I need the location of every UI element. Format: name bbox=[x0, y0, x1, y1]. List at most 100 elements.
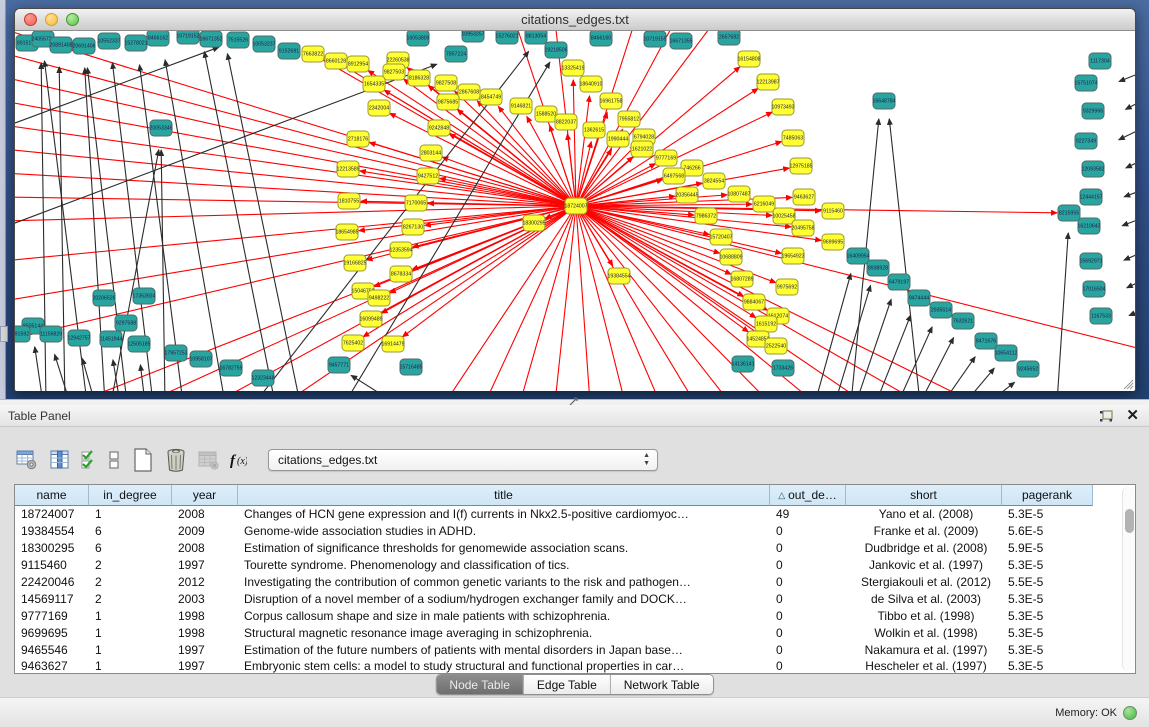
graph-node[interactable]: 15720407 bbox=[709, 229, 732, 245]
graph-node[interactable]: 8215955 bbox=[1058, 205, 1080, 221]
graph-node[interactable]: 17957253 bbox=[164, 345, 187, 361]
graph-node[interactable]: 19654923 bbox=[781, 248, 804, 264]
table-settings-button[interactable] bbox=[14, 447, 40, 473]
vertical-scrollbar[interactable] bbox=[1122, 487, 1135, 671]
graph-node[interactable]: 7515526 bbox=[227, 32, 249, 48]
column-header-name[interactable]: name bbox=[15, 485, 89, 506]
graph-node[interactable]: 2718176 bbox=[347, 131, 369, 147]
graph-node[interactable]: 12093582 bbox=[1081, 161, 1104, 177]
graph-node[interactable]: 12444157 bbox=[1079, 189, 1102, 205]
graph-node[interactable]: 15278021 bbox=[124, 35, 147, 51]
graph-node[interactable]: 11451944 bbox=[100, 331, 123, 347]
table-row[interactable]: 1938455462009Genome-wide association stu… bbox=[15, 523, 1121, 540]
graph-node[interactable]: 9427512 bbox=[417, 168, 439, 184]
graph-node[interactable]: 9146821 bbox=[510, 98, 532, 114]
graph-node[interactable]: 8186328 bbox=[408, 70, 430, 86]
table-row[interactable]: 946362711997Embryonic stem cells: a mode… bbox=[15, 658, 1121, 673]
column-chooser-button[interactable] bbox=[47, 447, 73, 473]
network-canvas[interactable]: 8915154240557242089140820691406105523371… bbox=[15, 31, 1135, 391]
graph-node[interactable]: 15751074 bbox=[1074, 75, 1097, 91]
graph-node[interactable]: 10552337 bbox=[97, 33, 120, 49]
graph-node[interactable]: 9152681 bbox=[278, 43, 300, 59]
graph-node[interactable]: 10053237 bbox=[252, 36, 275, 52]
graph-node[interactable]: 18640910 bbox=[579, 76, 602, 92]
graph-node[interactable]: 17353924 bbox=[132, 288, 155, 304]
graph-node[interactable]: 6497568 bbox=[663, 168, 685, 184]
graph-node[interactable]: 8466162 bbox=[147, 31, 169, 46]
scrollbar-thumb[interactable] bbox=[1125, 509, 1134, 533]
graph-node[interactable]: 13325419 bbox=[561, 60, 584, 76]
graph-node[interactable]: 10973493 bbox=[771, 99, 794, 115]
graph-node[interactable]: 10807487 bbox=[727, 186, 750, 202]
graph-node[interactable]: 2657682 bbox=[718, 31, 740, 45]
collapsed-panel-handle[interactable] bbox=[0, 326, 8, 342]
network-window-titlebar[interactable]: citations_edges.txt bbox=[15, 9, 1135, 31]
graph-node[interactable]: 1117304 bbox=[1089, 53, 1111, 69]
graph-node[interactable]: 1990444 bbox=[607, 131, 629, 147]
graph-node[interactable]: 17016504 bbox=[1082, 281, 1105, 297]
column-header-year[interactable]: year bbox=[172, 485, 238, 506]
graph-node[interactable]: 8822037 bbox=[555, 114, 577, 130]
graph-node[interactable]: 10719152 bbox=[176, 31, 199, 44]
graph-node[interactable]: 1810755 bbox=[338, 193, 360, 209]
graph-node[interactable]: 1588520 bbox=[535, 106, 557, 122]
graph-node[interactable]: 16154808 bbox=[737, 51, 760, 67]
graph-node[interactable]: 16671352 bbox=[199, 31, 222, 47]
graph-node[interactable]: 20356445 bbox=[675, 187, 698, 203]
graph-node[interactable]: 20053346 bbox=[149, 120, 172, 136]
graph-node[interactable]: 16099489 bbox=[359, 311, 382, 327]
graph-node[interactable]: 9227349 bbox=[1075, 133, 1097, 149]
graph-node[interactable]: 9329966 bbox=[1082, 103, 1104, 119]
graph-node[interactable]: 11156829 bbox=[40, 326, 62, 342]
graph-node[interactable]: 7955812 bbox=[618, 111, 640, 127]
graph-node[interactable]: 20891408 bbox=[49, 37, 72, 53]
graph-node[interactable]: 20691406 bbox=[72, 38, 95, 54]
graph-node[interactable]: 16053809 bbox=[406, 31, 429, 46]
graph-node[interactable]: 9827508 bbox=[435, 75, 457, 91]
graph-hub-node[interactable]: 18724007 bbox=[564, 198, 587, 214]
graph-node[interactable]: 7632621 bbox=[952, 313, 974, 329]
graph-node[interactable]: 2522540 bbox=[765, 338, 787, 354]
graph-node[interactable]: 7857224 bbox=[445, 46, 467, 62]
graph-node[interactable]: 9498222 bbox=[368, 290, 390, 306]
graph-node[interactable]: 1733426 bbox=[772, 360, 794, 376]
graph-node[interactable]: 8938928 bbox=[867, 260, 889, 276]
graph-node[interactable]: 7625402 bbox=[342, 335, 364, 351]
graph-node[interactable]: 2803144 bbox=[420, 145, 442, 161]
column-header-out_de[interactable]: △out_de… bbox=[770, 485, 846, 506]
graph-node[interactable]: 19218506 bbox=[544, 42, 567, 58]
select-columns-button[interactable] bbox=[80, 447, 98, 473]
graph-node[interactable]: 10953257 bbox=[461, 31, 484, 42]
row-height-button[interactable] bbox=[105, 447, 123, 473]
graph-node[interactable]: 1621022 bbox=[631, 141, 653, 157]
graph-node[interactable]: 12213589 bbox=[336, 161, 359, 177]
table-row[interactable]: 977716911998Corpus callosum shape and si… bbox=[15, 607, 1121, 624]
graph-node[interactable]: 9884067 bbox=[743, 294, 765, 310]
graph-node[interactable]: 9875685 bbox=[437, 94, 459, 110]
graph-node[interactable]: 10654112 bbox=[995, 345, 1018, 361]
table-source-select[interactable]: citations_edges.txt ▲▼ bbox=[268, 449, 658, 471]
graph-node[interactable]: 20206526 bbox=[92, 290, 115, 306]
graph-node[interactable]: 9699695 bbox=[822, 234, 844, 250]
graph-node[interactable]: 12975185 bbox=[789, 158, 812, 174]
graph-node[interactable]: 16409954 bbox=[846, 248, 869, 264]
close-panel-icon[interactable]: ✕ bbox=[1126, 405, 1139, 427]
graph-node[interactable]: 9777169 bbox=[655, 150, 677, 166]
graph-node[interactable]: 7663822 bbox=[302, 46, 324, 62]
graph-node[interactable]: 2935514 bbox=[930, 302, 952, 318]
graph-node[interactable]: 8678334 bbox=[390, 266, 412, 282]
graph-node[interactable]: 12323448 bbox=[251, 370, 274, 386]
graph-node[interactable]: 8466160 bbox=[590, 31, 612, 46]
float-panel-icon[interactable] bbox=[1099, 410, 1113, 423]
graph-node[interactable]: 19384554 bbox=[607, 268, 630, 284]
table-row[interactable]: 2242004622012Investigating the contribut… bbox=[15, 574, 1121, 591]
graph-node[interactable]: 8471676 bbox=[975, 333, 997, 349]
graph-node[interactable]: 6216049 bbox=[753, 196, 775, 212]
graph-node[interactable]: 16210643 bbox=[1077, 218, 1100, 234]
table-row[interactable]: 946554611997Estimation of the future num… bbox=[15, 641, 1121, 658]
delete-button[interactable] bbox=[163, 447, 189, 473]
column-header-in_degree[interactable]: in_degree bbox=[89, 485, 172, 506]
window-resize-grip[interactable] bbox=[1122, 378, 1134, 390]
tab-node-table[interactable]: Node Table bbox=[436, 675, 523, 694]
column-header-short[interactable]: short bbox=[846, 485, 1002, 506]
